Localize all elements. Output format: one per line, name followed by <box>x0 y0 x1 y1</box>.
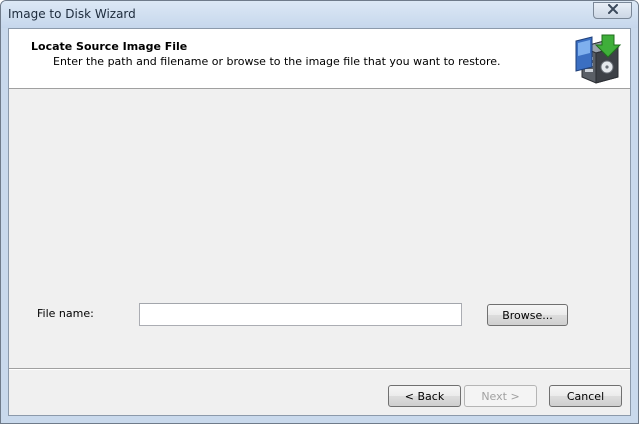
close-icon <box>607 4 619 17</box>
close-button[interactable] <box>593 2 632 19</box>
file-name-label: File name: <box>37 307 94 320</box>
window-title: Image to Disk Wizard <box>8 7 136 21</box>
title-bar[interactable]: Image to Disk Wizard <box>1 1 638 28</box>
page-title: Locate Source Image File <box>31 40 188 53</box>
wizard-window: Image to Disk Wizard Locate Source Image… <box>0 0 639 424</box>
footer-separator <box>9 368 630 370</box>
back-button[interactable]: < Back <box>388 385 461 407</box>
disk-image-restore-icon <box>574 33 624 85</box>
page-subtitle: Enter the path and filename or browse to… <box>53 55 501 68</box>
wizard-page: Locate Source Image File Enter the path … <box>8 28 631 416</box>
next-button[interactable]: Next > <box>464 385 537 407</box>
wizard-header: Locate Source Image File Enter the path … <box>9 29 630 89</box>
file-name-input[interactable] <box>139 303 462 326</box>
browse-button[interactable]: Browse... <box>487 304 568 326</box>
cancel-button[interactable]: Cancel <box>549 385 622 407</box>
